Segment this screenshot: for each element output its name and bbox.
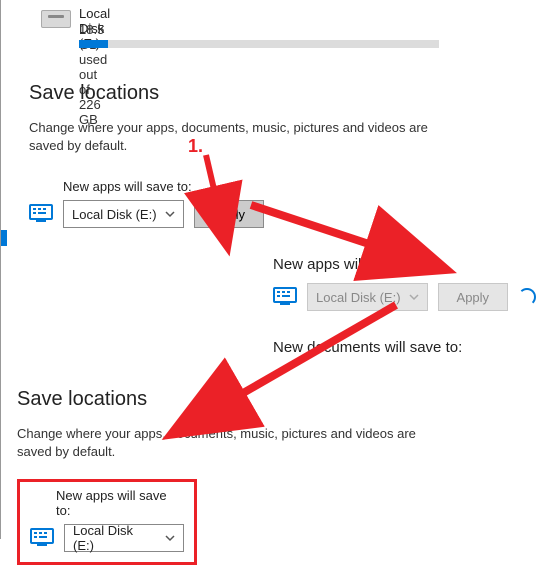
left-indicator bbox=[1, 230, 7, 246]
drive-dropdown[interactable]: Local Disk (E:) bbox=[64, 524, 184, 552]
apply-button[interactable]: Apply bbox=[194, 200, 265, 228]
section-heading: Save locations bbox=[29, 82, 459, 105]
save-locations-section-1: Save locations Change where your apps, d… bbox=[29, 82, 459, 228]
monitor-icon bbox=[273, 287, 297, 307]
section-description: Change where your apps, documents, music… bbox=[17, 425, 447, 461]
dropdown-value: Local Disk (E:) bbox=[316, 290, 401, 305]
section-description: Change where your apps, documents, music… bbox=[29, 119, 459, 155]
apply-button-disabled: Apply bbox=[438, 283, 509, 311]
disk-usage-fill bbox=[79, 40, 108, 48]
field-label-new-apps: New apps will save to: bbox=[56, 488, 184, 518]
chevron-down-icon bbox=[409, 292, 419, 302]
chevron-down-icon bbox=[165, 533, 175, 543]
monitor-icon bbox=[30, 528, 54, 548]
drive-dropdown-disabled: Local Disk (E:) bbox=[307, 283, 428, 311]
drive-dropdown[interactable]: Local Disk (E:) bbox=[63, 200, 184, 228]
section-heading: Save locations bbox=[17, 388, 447, 411]
field-label-new-documents: New documents will save to: bbox=[273, 339, 536, 356]
disk-usage-bar bbox=[79, 40, 439, 48]
dropdown-value: Local Disk (E:) bbox=[72, 207, 157, 222]
annotation-number-1: 1. bbox=[188, 136, 203, 157]
dropdown-value: Local Disk (E:) bbox=[73, 523, 157, 553]
monitor-icon bbox=[29, 204, 53, 224]
highlighted-result-box: New apps will save to: Local Disk (E:) bbox=[17, 479, 197, 565]
hard-drive-icon bbox=[41, 10, 71, 28]
field-label-new-apps: New apps will save to: bbox=[63, 179, 459, 194]
save-locations-section-3: Save locations Change where your apps, d… bbox=[17, 388, 447, 565]
save-locations-loading: New apps will save to: Local Disk (E:) A… bbox=[273, 256, 536, 362]
loading-spinner-icon bbox=[518, 288, 536, 306]
field-label-new-apps: New apps will save to: bbox=[273, 256, 536, 273]
chevron-down-icon bbox=[165, 209, 175, 219]
